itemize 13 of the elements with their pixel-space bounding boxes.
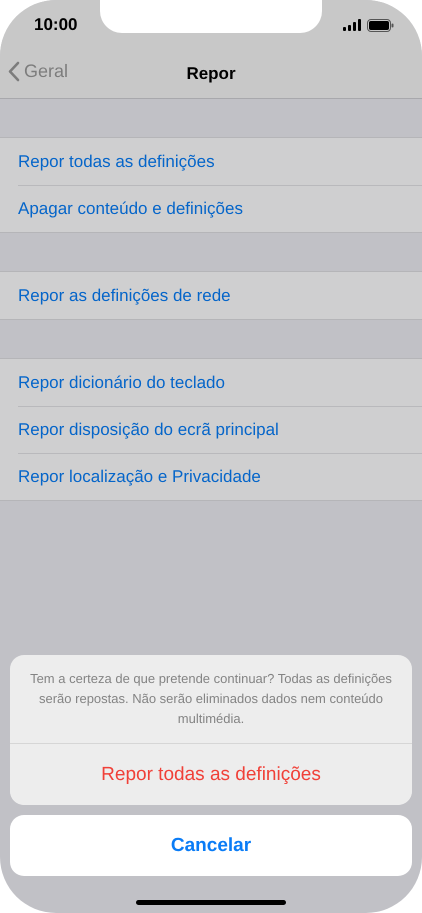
battery-icon — [367, 18, 394, 32]
settings-row[interactable]: Repor localização e Privacidade — [18, 453, 422, 500]
settings-row[interactable]: Repor dicionário do teclado — [0, 359, 422, 406]
back-button[interactable]: Geral — [8, 61, 68, 82]
status-time: 10:00 — [34, 15, 78, 35]
settings-row[interactable]: Repor disposição do ecrã principal — [18, 406, 422, 453]
settings-row[interactable]: Repor todas as definições — [0, 138, 422, 185]
signal-icon — [343, 19, 361, 31]
settings-row[interactable]: Apagar conteúdo e definições — [18, 185, 422, 232]
cancel-button[interactable]: Cancelar — [10, 815, 412, 876]
page-title: Repor — [186, 64, 236, 84]
settings-row[interactable]: Repor as definições de rede — [0, 272, 422, 319]
chevron-left-icon — [8, 61, 20, 82]
